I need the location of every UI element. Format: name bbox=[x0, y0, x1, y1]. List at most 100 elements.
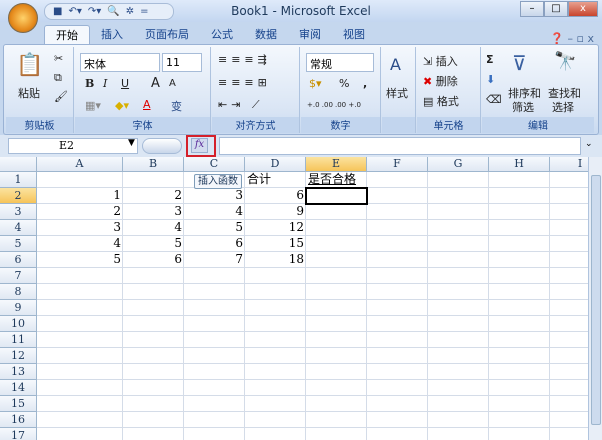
cell[interactable] bbox=[123, 380, 184, 396]
cell[interactable] bbox=[245, 348, 306, 364]
cell[interactable] bbox=[306, 396, 367, 412]
cell[interactable] bbox=[184, 396, 245, 412]
cell[interactable] bbox=[489, 252, 550, 268]
minimize-button[interactable]: – bbox=[520, 1, 544, 17]
cell[interactable] bbox=[428, 412, 489, 428]
row-header-7[interactable]: 7 bbox=[0, 268, 37, 284]
cell[interactable] bbox=[550, 172, 588, 188]
cell[interactable] bbox=[367, 220, 428, 236]
cell[interactable] bbox=[428, 300, 489, 316]
cell[interactable] bbox=[184, 332, 245, 348]
cell[interactable] bbox=[489, 172, 550, 188]
cell[interactable] bbox=[184, 364, 245, 380]
column-header-E[interactable]: E bbox=[306, 157, 367, 172]
paste-icon[interactable]: 📋 bbox=[16, 53, 43, 78]
cell[interactable] bbox=[550, 188, 588, 204]
qat-more[interactable]: = bbox=[140, 6, 148, 17]
cell[interactable] bbox=[550, 252, 588, 268]
row-header-3[interactable]: 3 bbox=[0, 204, 37, 220]
name-box-dropdown-icon[interactable]: ▼ bbox=[128, 138, 135, 148]
cell[interactable] bbox=[367, 348, 428, 364]
cell[interactable] bbox=[367, 268, 428, 284]
cell-D1[interactable]: 合计 bbox=[245, 172, 306, 188]
cell[interactable] bbox=[550, 204, 588, 220]
row-header-1[interactable]: 1 bbox=[0, 172, 37, 188]
cell[interactable] bbox=[489, 380, 550, 396]
cell[interactable] bbox=[306, 236, 367, 252]
row-header-16[interactable]: 16 bbox=[0, 412, 37, 428]
cell-value[interactable]: 3 bbox=[123, 204, 184, 220]
row-header-15[interactable]: 15 bbox=[0, 396, 37, 412]
spreadsheet-grid[interactable]: A B C D E F G H I 1 2 3 4 5 6 7 8 9 10 11 12 13 14 15 16 17 合计 是否合格… bbox=[0, 157, 588, 440]
cell[interactable] bbox=[37, 348, 123, 364]
autosum-button[interactable]: Σ bbox=[486, 53, 494, 66]
cell[interactable] bbox=[184, 284, 245, 300]
cell[interactable] bbox=[367, 380, 428, 396]
cell[interactable] bbox=[489, 284, 550, 300]
cell-value[interactable]: 3 bbox=[37, 220, 123, 236]
tab-formulas[interactable]: 公式 bbox=[200, 25, 244, 45]
row-header-10[interactable]: 10 bbox=[0, 316, 37, 332]
cell[interactable] bbox=[37, 172, 123, 188]
cell[interactable] bbox=[550, 396, 588, 412]
row-header-5[interactable]: 5 bbox=[0, 236, 37, 252]
cell[interactable] bbox=[306, 284, 367, 300]
cell[interactable] bbox=[367, 236, 428, 252]
tab-page-layout[interactable]: 页面布局 bbox=[134, 25, 200, 45]
cell[interactable] bbox=[306, 204, 367, 220]
insert-function-button[interactable]: fx bbox=[191, 138, 208, 153]
tab-data[interactable]: 数据 bbox=[244, 25, 288, 45]
cell[interactable] bbox=[550, 300, 588, 316]
cell[interactable] bbox=[428, 268, 489, 284]
maximize-button[interactable]: □ bbox=[544, 1, 568, 17]
cell[interactable] bbox=[550, 284, 588, 300]
cell-value[interactable]: 4 bbox=[123, 220, 184, 236]
cell[interactable] bbox=[428, 348, 489, 364]
cell[interactable] bbox=[489, 268, 550, 284]
cell-value[interactable]: 3 bbox=[184, 188, 245, 204]
cell[interactable] bbox=[550, 268, 588, 284]
column-header-A[interactable]: A bbox=[37, 157, 123, 172]
cell-value[interactable]: 1 bbox=[37, 188, 123, 204]
shrink-font-button[interactable]: A bbox=[169, 78, 176, 89]
cell[interactable] bbox=[184, 412, 245, 428]
cell[interactable] bbox=[245, 268, 306, 284]
cell[interactable] bbox=[123, 396, 184, 412]
cell[interactable] bbox=[123, 316, 184, 332]
cell[interactable] bbox=[428, 172, 489, 188]
name-box[interactable]: E2 bbox=[8, 138, 138, 154]
cell-E1[interactable]: 是否合格 bbox=[306, 172, 376, 188]
row-header-4[interactable]: 4 bbox=[0, 220, 37, 236]
cell[interactable] bbox=[306, 220, 367, 236]
cell[interactable] bbox=[428, 380, 489, 396]
row-header-17[interactable]: 17 bbox=[0, 428, 37, 440]
indent-icons[interactable]: ⇤⇥ ⟋ bbox=[218, 98, 264, 112]
redo-icon[interactable]: ↷▾ bbox=[88, 6, 101, 17]
cell-value[interactable]: 9 bbox=[245, 204, 306, 220]
cell-value[interactable]: 2 bbox=[37, 204, 123, 220]
cell[interactable] bbox=[367, 252, 428, 268]
tab-insert[interactable]: 插入 bbox=[90, 25, 134, 45]
row-header-11[interactable]: 11 bbox=[0, 332, 37, 348]
cell[interactable] bbox=[550, 412, 588, 428]
cell[interactable] bbox=[550, 380, 588, 396]
cell[interactable] bbox=[123, 428, 184, 440]
cell-value[interactable]: 18 bbox=[245, 252, 306, 268]
row-header-9[interactable]: 9 bbox=[0, 300, 37, 316]
cell[interactable] bbox=[367, 316, 428, 332]
number-format-select[interactable]: 常规 bbox=[306, 53, 374, 72]
save-icon[interactable]: ■ bbox=[53, 6, 62, 17]
clear-icon[interactable]: ⌫ bbox=[486, 93, 502, 106]
format-cells-button[interactable]: ▤ 格式 bbox=[423, 93, 459, 109]
cell[interactable] bbox=[489, 236, 550, 252]
cell[interactable] bbox=[367, 284, 428, 300]
font-name-select[interactable]: 宋体 bbox=[80, 53, 160, 72]
percent-button[interactable]: % bbox=[339, 77, 349, 90]
cell[interactable] bbox=[245, 412, 306, 428]
cell-value[interactable]: 6 bbox=[184, 236, 245, 252]
cell[interactable] bbox=[306, 428, 367, 440]
bold-button[interactable]: B bbox=[85, 77, 94, 90]
cell[interactable] bbox=[550, 332, 588, 348]
cell[interactable] bbox=[428, 204, 489, 220]
cell[interactable] bbox=[489, 428, 550, 440]
